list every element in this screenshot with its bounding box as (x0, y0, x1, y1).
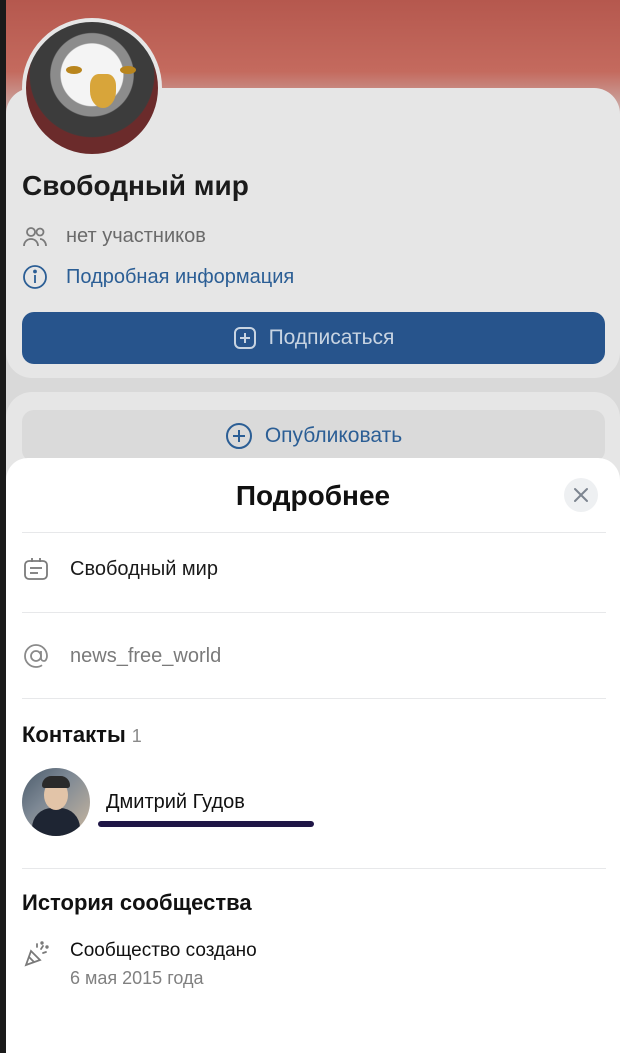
party-popper-icon (22, 940, 50, 989)
name-underline-mark (98, 821, 314, 827)
card-icon (22, 556, 50, 582)
handle-text: news_free_world (70, 644, 222, 667)
members-row: нет участников (22, 225, 206, 248)
avatar-detail (42, 776, 70, 788)
avatar-detail (32, 808, 80, 836)
name-row-text: Свободный мир (70, 557, 218, 580)
at-icon (22, 642, 50, 670)
plus-circle-icon (225, 422, 253, 450)
group-avatar[interactable] (22, 18, 162, 158)
subscribe-label: Подписаться (268, 326, 395, 349)
history-event-date: 6 мая 2015 года (70, 968, 204, 988)
history-event: Сообщество создано 6 мая 2015 года (22, 940, 257, 989)
avatar-detail (90, 74, 116, 108)
close-button[interactable] (564, 478, 598, 512)
name-row: Свободный мир (22, 556, 218, 582)
info-link-label: Подробная информация (66, 265, 295, 288)
info-link[interactable]: Подробная информация (22, 264, 294, 290)
plus-square-icon (233, 326, 257, 350)
contacts-heading: Контакты 1 (22, 722, 142, 748)
handle-row[interactable]: news_free_world (22, 642, 221, 670)
avatar-detail (120, 66, 136, 74)
subscribe-button[interactable]: Подписаться (22, 312, 605, 364)
divider (22, 612, 606, 613)
window-edge (0, 0, 6, 1053)
publish-label: Опубликовать (264, 424, 403, 447)
contacts-count: 1 (131, 726, 142, 746)
divider (22, 698, 606, 699)
publish-button[interactable]: Опубликовать (22, 410, 605, 462)
history-event-label: Сообщество создано (70, 940, 257, 961)
history-text: Сообщество создано 6 мая 2015 года (70, 940, 257, 989)
divider (22, 868, 606, 869)
people-icon (22, 226, 48, 248)
divider (22, 532, 606, 533)
members-text: нет участников (66, 225, 206, 247)
contact-name: Дмитрий Гудов (106, 790, 245, 813)
details-sheet: Подробнее Свободный мир news_free_world … (6, 458, 620, 1053)
contact-avatar (22, 768, 90, 836)
close-icon (573, 487, 589, 503)
contacts-heading-label: Контакты (22, 722, 126, 747)
avatar-detail (66, 66, 82, 74)
sheet-title: Подробнее (235, 480, 391, 511)
info-icon (22, 264, 48, 290)
history-heading: История сообщества (22, 890, 252, 915)
group-title: Свободный мир (22, 170, 249, 201)
